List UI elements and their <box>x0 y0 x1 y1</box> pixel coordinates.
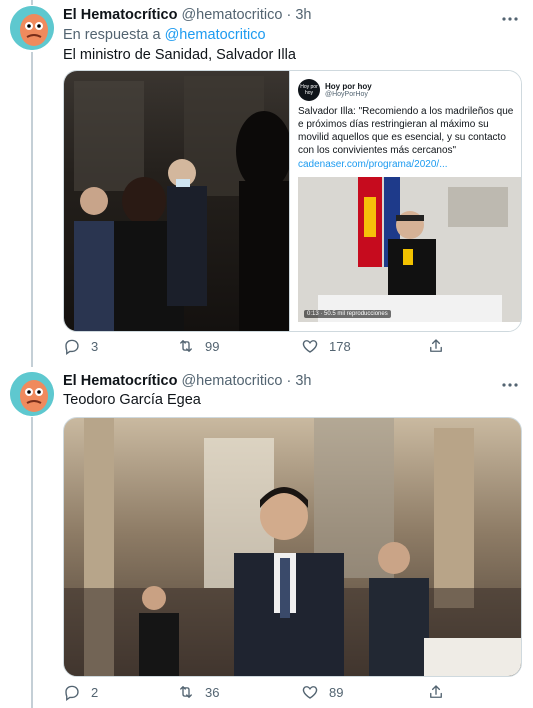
more-icon[interactable] <box>501 9 519 25</box>
reply-mention-link[interactable]: @hematocritico <box>165 27 266 43</box>
separator-dot: · <box>286 7 292 23</box>
avatar[interactable] <box>10 372 54 416</box>
reply-prefix: En respuesta a <box>63 27 161 43</box>
action-bar: 2 36 89 <box>63 683 483 703</box>
quote-logo: Hoy por hoy <box>298 79 320 101</box>
separator-dot: · <box>286 373 292 389</box>
reply-count: 2 <box>91 684 99 700</box>
author-handle[interactable]: @hematocritico <box>181 7 282 23</box>
tweet-photo[interactable] <box>64 71 292 331</box>
tweet[interactable]: El Hematocrítico @hematocritico · 3h Teo… <box>0 362 533 708</box>
reply-button[interactable]: 2 <box>63 683 98 701</box>
retweet-icon <box>180 686 192 698</box>
reply-count: 3 <box>91 338 99 354</box>
like-count: 178 <box>329 338 351 354</box>
action-bar: 3 99 178 <box>63 337 483 357</box>
timestamp[interactable]: 3h <box>295 7 311 23</box>
retweet-button[interactable]: 99 <box>177 337 219 355</box>
tweet-text: Teodoro García Egea <box>63 392 201 408</box>
tweet-photo[interactable] <box>63 417 522 677</box>
reply-context: En respuesta a @hematocritico <box>63 27 266 43</box>
like-button[interactable]: 89 <box>301 683 343 701</box>
quote-header: Hoy por hoy Hoy por hoy @HoyPorHoy <box>298 79 372 101</box>
avatar[interactable] <box>10 6 54 50</box>
more-icon[interactable] <box>501 375 519 391</box>
timestamp[interactable]: 3h <box>295 373 311 389</box>
author-name[interactable]: El Hematocrítico <box>63 373 177 389</box>
quote-author-name: Hoy por hoy <box>325 82 372 91</box>
share-icon <box>430 685 442 698</box>
like-count: 89 <box>329 684 344 700</box>
tweet-header: El Hematocrítico @hematocritico · 3h <box>63 373 311 389</box>
retweet-count: 99 <box>205 338 220 354</box>
reply-icon <box>65 685 79 701</box>
share-button[interactable] <box>427 337 455 355</box>
quote-text: Salvador Illa: "Recomiendo a los madrile… <box>298 106 514 156</box>
quote-video[interactable]: 0:13 · 50.5 mil reproducciones <box>298 177 521 322</box>
reply-button[interactable]: 3 <box>63 337 98 355</box>
quote-link[interactable]: cadenaser.com/programa/2020/... <box>298 159 448 170</box>
quote-card[interactable]: Hoy por hoy Hoy por hoy @HoyPorHoy Salva… <box>289 71 521 331</box>
author-handle[interactable]: @hematocritico <box>181 373 282 389</box>
retweet-count: 36 <box>205 684 220 700</box>
retweet-button[interactable]: 36 <box>177 683 219 701</box>
tweet-text: El ministro de Sanidad, Salvador Illa <box>63 47 296 63</box>
retweet-icon <box>180 340 192 352</box>
video-view-count: 0:13 · 50.5 mil reproducciones <box>304 310 391 318</box>
like-button[interactable]: 178 <box>301 337 351 355</box>
tweet-header: El Hematocrítico @hematocritico · 3h <box>63 7 311 23</box>
quote-author-handle: @HoyPorHoy <box>325 91 368 98</box>
like-icon <box>302 686 318 699</box>
tweet[interactable]: El Hematocrítico @hematocritico · 3h En … <box>0 0 533 362</box>
tweet-media[interactable]: Hoy por hoy Hoy por hoy @HoyPorHoy Salva… <box>63 70 522 332</box>
share-button[interactable] <box>427 683 455 701</box>
share-icon <box>430 339 442 352</box>
reply-icon <box>65 339 79 355</box>
author-name[interactable]: El Hematocrítico <box>63 7 177 23</box>
like-icon <box>302 340 318 353</box>
